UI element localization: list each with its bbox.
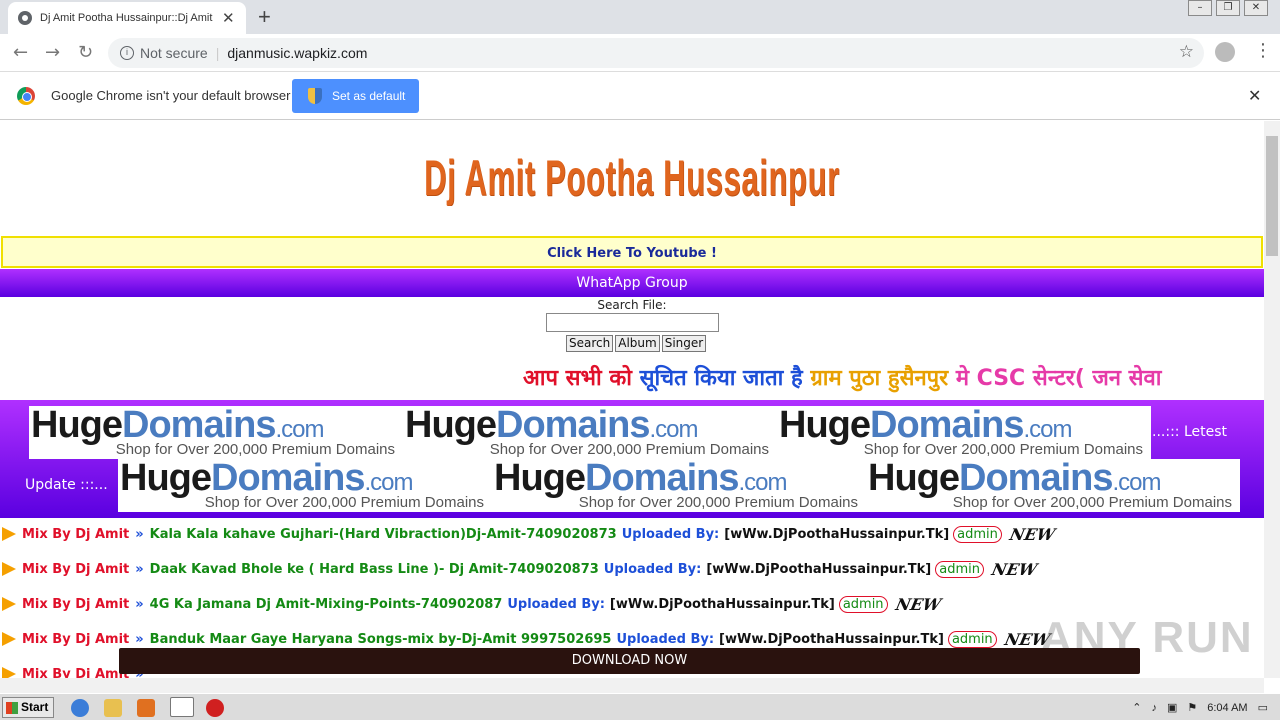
new-badge: NEW [893,594,943,614]
marquee-part-4: मे CSC सेन्टर( जन सेवा [955,366,1162,391]
media-player-icon[interactable] [137,699,155,717]
address-separator: | [215,45,220,61]
bookmark-star-icon[interactable]: ☆ [1179,42,1194,62]
play-arrow-icon [2,597,16,611]
clock[interactable]: 6:04 AM [1207,702,1247,714]
marquee-part-3: ग्राम पुठा हुसैनपुर [810,366,949,391]
web-page: Dj Amit Pootha Hussainpur Click Here To … [0,121,1264,678]
download-now-bar[interactable]: DOWNLOAD NOW [119,648,1140,674]
site-logo[interactable]: Dj Amit Pootha Hussainpur [240,149,1024,207]
forward-arrow-icon[interactable]: → [45,42,60,63]
profile-avatar-icon[interactable] [1215,42,1235,62]
system-tray: ⌃ ♪ ▣ ⚑ 6:04 AM ▭ [1132,694,1280,721]
chrome-taskbar-icon[interactable] [170,697,194,717]
restore-button[interactable]: ❐ [1216,0,1240,16]
hugedomains-ad[interactable]: HugeDomains.com Shop for Over 200,000 Pr… [866,457,1240,512]
song-link[interactable]: 4G Ka Jamana Dj Amit-Mixing-Points-74090… [150,597,503,612]
url-text[interactable]: djanmusic.wapkiz.com [227,45,367,61]
new-badge: NEW [1007,524,1057,544]
play-arrow-icon [2,527,16,541]
uploader-link[interactable]: admin [935,560,984,578]
globe-icon [18,11,32,25]
chrome-logo-icon [17,87,35,105]
song-row[interactable]: Mix By Dj Amit » Kala Kala kahave Gujhar… [0,523,1057,545]
window-controls: – ❐ ✕ [1188,0,1268,16]
song-link[interactable]: Banduk Maar Gaye Haryana Songs-mix by-Dj… [150,632,612,647]
song-link[interactable]: Daak Kavad Bhole ke ( Hard Bass Line )- … [150,562,599,577]
volume-icon[interactable]: ♪ [1151,702,1157,714]
song-row[interactable]: Mix By Dj Amit » Banduk Maar Gaye Haryan… [0,628,1051,650]
hugedomains-ad[interactable]: HugeDomains.com Shop for Over 200,000 Pr… [492,457,866,512]
youtube-link[interactable]: Click Here To Youtube ! [547,246,717,261]
search-label: Search File: [597,298,667,312]
song-row[interactable]: Mix By Dj Amit » 4G Ka Jamana Dj Amit-Mi… [0,593,943,615]
tab-close-icon[interactable]: ✕ [222,9,235,27]
play-arrow-icon [2,632,16,646]
uploader-link[interactable]: admin [838,595,888,613]
not-secure-label: Not secure [140,45,208,61]
start-button[interactable]: Start [2,697,54,718]
whatsapp-group-bar[interactable]: WhatApp Group [0,269,1264,297]
windows-taskbar: Start ⌃ ♪ ▣ ⚑ 6:04 AM ▭ [0,693,1280,720]
infobar-close-icon[interactable]: ✕ [1248,86,1261,106]
set-as-default-label: Set as default [332,89,406,103]
address-bar[interactable]: i Not secure | djanmusic.wapkiz.com ☆ [108,38,1204,68]
play-arrow-icon [2,667,16,678]
flag-icon[interactable]: ⚑ [1187,701,1197,714]
hugedomains-ad[interactable]: HugeDomains.com Shop for Over 200,000 Pr… [777,404,1151,459]
search-buttons: Search Album Singer [566,335,707,352]
security-alert-icon[interactable] [206,699,224,717]
set-as-default-button[interactable]: Set as default [292,79,419,113]
album-button[interactable]: Album [615,335,660,352]
tray-expand-icon[interactable]: ⌃ [1132,701,1141,714]
back-arrow-icon[interactable]: ← [13,42,28,63]
uac-shield-icon [308,88,322,104]
letest-label: ...::: Letest [1152,424,1228,440]
browser-tab[interactable]: Dj Amit Pootha Hussainpur::Dj Amit Pooth… [8,2,246,34]
singer-button[interactable]: Singer [661,335,707,352]
close-window-button[interactable]: ✕ [1244,0,1268,16]
kebab-menu-icon[interactable]: ⋮ [1254,40,1272,61]
notice-marquee: आप सभी को सूचित किया जाता है ग्राम पुठा … [523,362,1161,392]
horizontal-scrollbar[interactable] [0,678,1264,693]
infobar-message: Google Chrome isn't your default browser [51,88,291,103]
search-button[interactable]: Search [566,335,614,352]
hugedomains-ad[interactable]: HugeDomains.com Shop for Over 200,000 Pr… [29,404,403,459]
hugedomains-ad[interactable]: HugeDomains.com Shop for Over 200,000 Pr… [403,404,777,459]
ie-icon[interactable] [71,699,89,717]
browser-toolbar: ← → ↻ i Not secure | djanmusic.wapkiz.co… [0,34,1280,72]
show-desktop-icon[interactable]: ▭ [1258,701,1268,714]
new-tab-icon[interactable]: + [258,4,271,30]
hugedomains-ad[interactable]: HugeDomains.com Shop for Over 200,000 Pr… [118,457,492,512]
info-icon[interactable]: i [120,46,134,60]
explorer-icon[interactable] [104,699,122,717]
tab-strip: Dj Amit Pootha Hussainpur::Dj Amit Pooth… [0,0,1280,34]
minimize-button[interactable]: – [1188,0,1212,16]
new-badge: NEW [989,559,1039,579]
update-label: Update :::... [25,477,108,493]
uploader-link[interactable]: admin [953,525,1002,543]
reload-icon[interactable]: ↻ [78,42,93,63]
latest-update-ad-zone: HugeDomains.com Shop for Over 200,000 Pr… [0,400,1264,518]
search-input[interactable] [546,313,719,332]
song-link[interactable]: Kala Kala kahave Gujhari-(Hard Vibractio… [150,527,617,542]
default-browser-infobar: Google Chrome isn't your default browser… [0,72,1280,120]
uploader-link[interactable]: admin [947,630,997,648]
network-icon[interactable]: ▣ [1167,701,1177,714]
play-arrow-icon [2,562,16,576]
marquee-part-1: आप सभी को [523,366,632,391]
marquee-part-2: सूचित किया जाता है [639,366,803,391]
youtube-banner[interactable]: Click Here To Youtube ! [1,236,1263,268]
song-row[interactable]: Mix By Dj Amit » Daak Kavad Bhole ke ( H… [0,558,1039,580]
tab-title: Dj Amit Pootha Hussainpur::Dj Amit Pooth… [40,12,214,24]
vertical-scroll-thumb[interactable] [1266,136,1278,256]
